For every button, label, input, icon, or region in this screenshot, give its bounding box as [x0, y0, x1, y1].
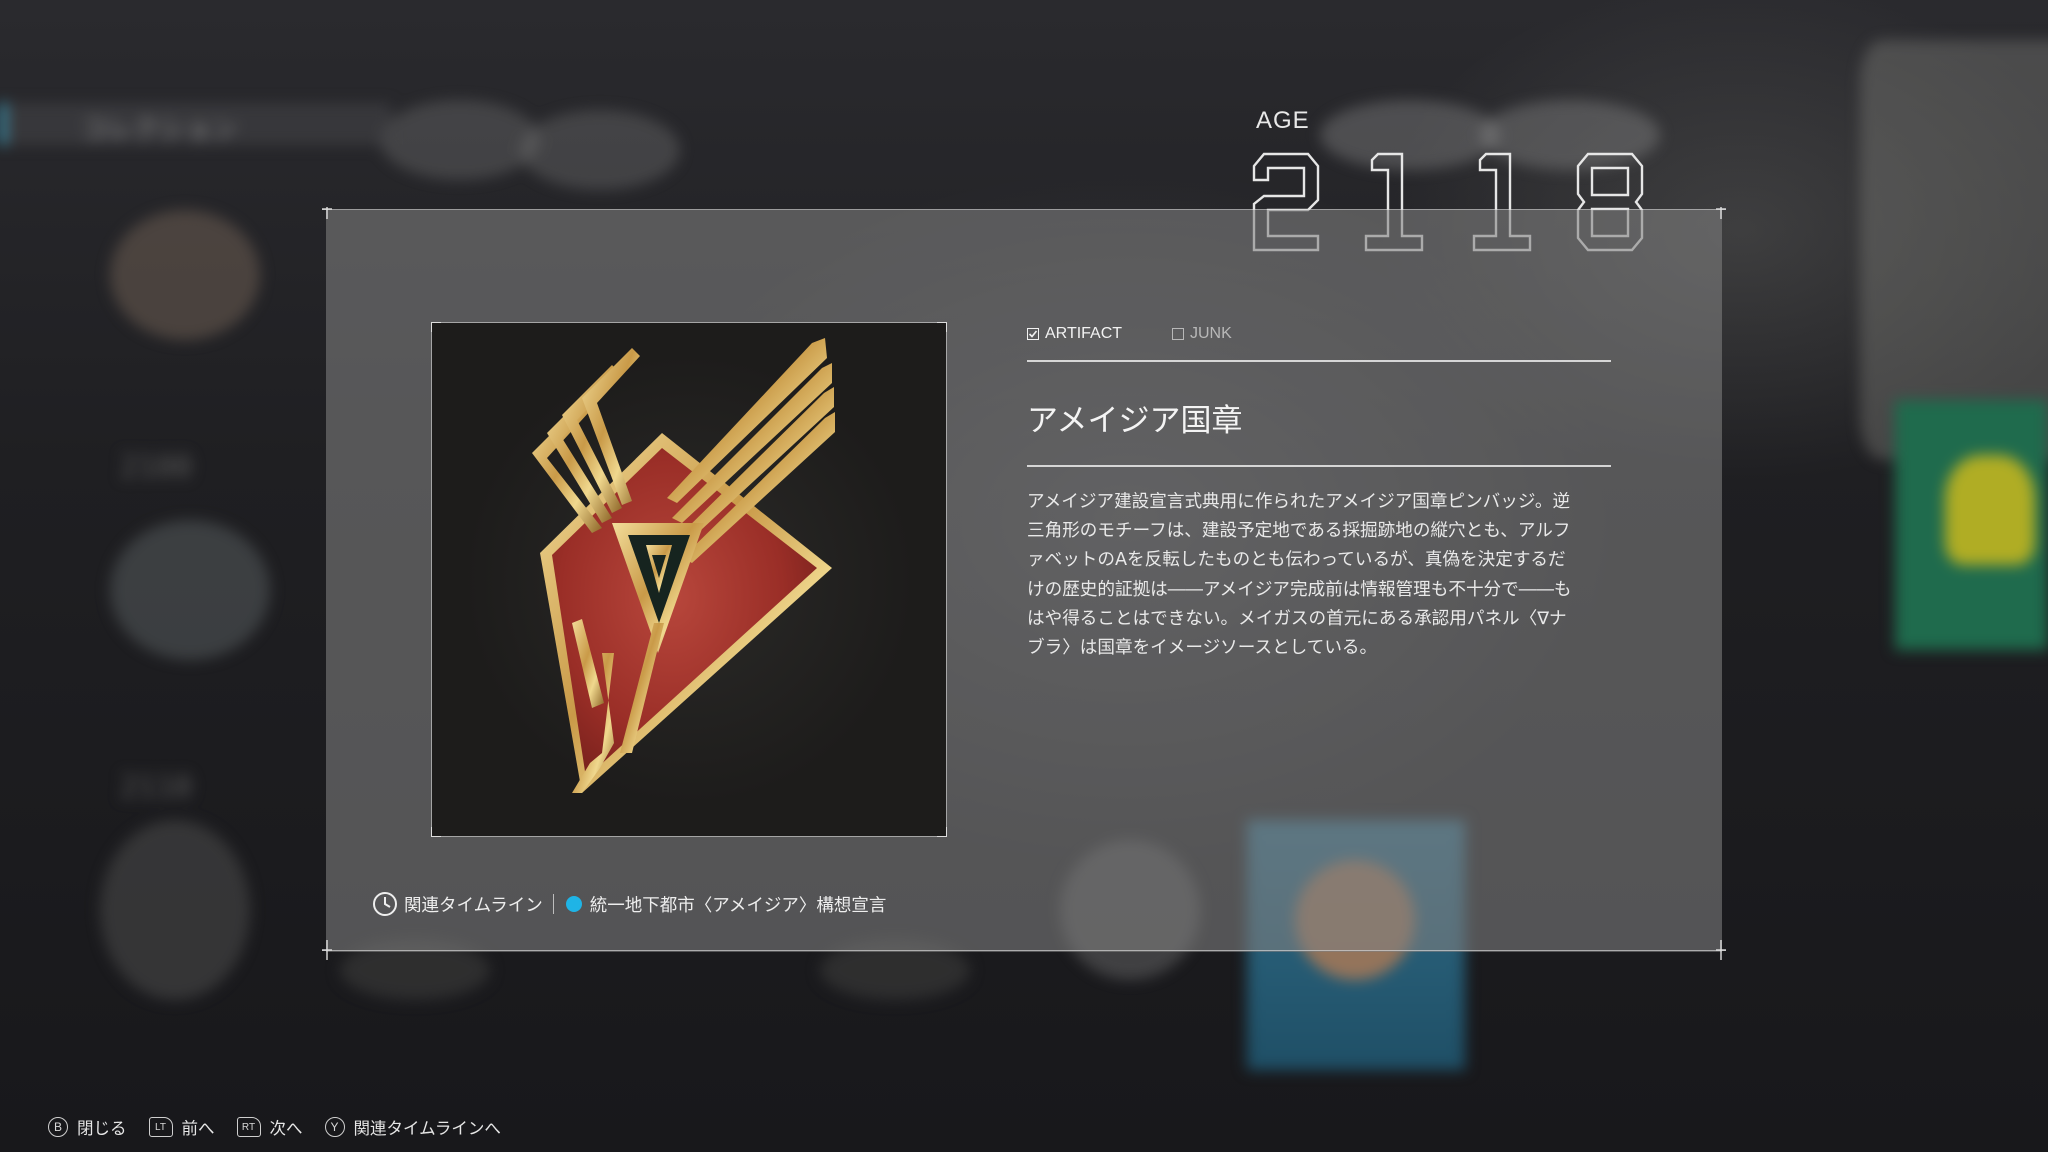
description-line: けの歴史的証拠は――アメイジア完成前は情報管理も不十分で――も: [1027, 579, 1572, 600]
rt-trigger-icon: RT: [236, 1117, 261, 1137]
previous-hint[interactable]: LT 前へ: [148, 1115, 215, 1139]
checkbox-checked-icon: [1027, 328, 1039, 340]
previous-hint-label: 前へ: [181, 1119, 215, 1138]
timeline-separator: [552, 894, 554, 914]
clock-icon: [373, 892, 397, 916]
background-collection-tab-label: コレクション: [81, 115, 238, 145]
artifact-image-frame: [431, 322, 947, 837]
timeline-event-dot: [565, 896, 582, 912]
background-collection-tab: コレクション: [0, 103, 391, 145]
related-timeline-label: 関連タイムライン: [404, 895, 543, 916]
next-hint-label: 次へ: [269, 1119, 303, 1138]
tab-artifact[interactable]: ARTIFACT: [1027, 325, 1122, 343]
age-label: AGE: [1256, 107, 1310, 134]
collection-detail-screen: コレクション 2100 2110 AGE ARTIFACT JUNK アメイジア…: [0, 0, 2048, 1152]
tab-artifact-label: ARTIFACT: [1045, 325, 1123, 342]
description-line: ブラ〉は国章をイメージソースとしている。: [1027, 638, 1378, 659]
item-description: アメイジア建設宣言式典用に作られたアメイジア国章ピンバッジ。逆 三角形のモチーフ…: [1027, 488, 1611, 663]
related-timeline-hint[interactable]: Y 関連タイムラインへ: [324, 1115, 501, 1139]
tab-junk-label: JUNK: [1190, 325, 1232, 342]
close-hint-label: 閉じる: [77, 1119, 127, 1138]
close-hint[interactable]: B 閉じる: [48, 1115, 127, 1139]
item-title: アメイジア国章: [1027, 403, 1243, 439]
description-line: 三角形のモチーフは、建設予定地である採掘跡地の縦穴とも、アルフ: [1027, 521, 1571, 542]
controller-hints: B 閉じる LT 前へ RT 次へ Y 関連タイムラインへ: [48, 1112, 523, 1142]
background-age-2: 2110: [120, 770, 193, 805]
y-button-icon: Y: [324, 1117, 345, 1137]
b-button-icon: B: [48, 1117, 68, 1137]
description-line: はや得ることはできない。メイガスの首元にある承認用パネル〈∇ナ: [1027, 608, 1567, 629]
tabs-divider: [1027, 360, 1611, 362]
next-hint[interactable]: RT 次へ: [236, 1115, 303, 1139]
checkbox-empty-icon: [1172, 328, 1184, 340]
title-divider: [1027, 465, 1611, 467]
lt-trigger-icon: LT: [148, 1117, 173, 1137]
related-timeline-hint-label: 関連タイムラインへ: [353, 1119, 501, 1138]
amazia-emblem-pin-icon: [532, 338, 835, 793]
timeline-event-link[interactable]: 統一地下都市〈アメイジア〉構想宣言: [590, 892, 887, 917]
description-line: ァベットのAを反転したものとも伝わっているが、真偽を決定するだ: [1027, 550, 1566, 571]
tab-junk[interactable]: JUNK: [1172, 325, 1232, 343]
related-timeline: 関連タイムライン 統一地下都市〈アメイジア〉構想宣言: [372, 891, 886, 917]
background-age-1: 2100: [120, 450, 193, 485]
description-line: アメイジア建設宣言式典用に作られたアメイジア国章ピンバッジ。逆: [1027, 492, 1571, 512]
